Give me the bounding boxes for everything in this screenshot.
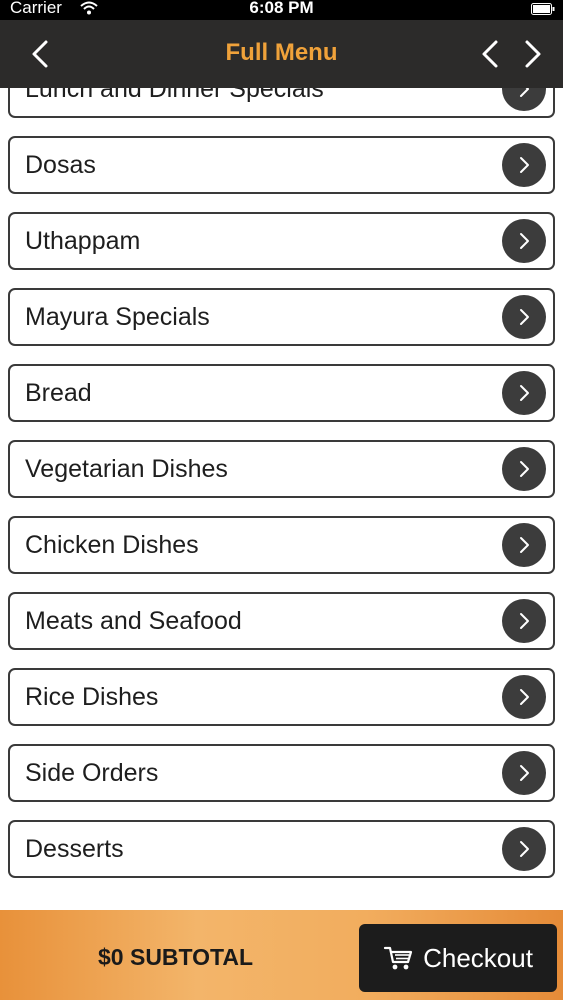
menu-item-label: Lunch and Dinner Specials: [25, 88, 324, 103]
chevron-left-icon: [482, 40, 498, 68]
menu-item-open-button[interactable]: [502, 523, 546, 567]
chevron-right-icon: [520, 233, 529, 249]
menu-item-bread[interactable]: Bread: [8, 364, 555, 422]
status-time: 6:08 PM: [249, 0, 314, 17]
previous-button[interactable]: [470, 34, 510, 74]
bottom-bar: $0 SUBTOTAL Checkout: [0, 910, 563, 1000]
menu-item-label: Vegetarian Dishes: [25, 455, 228, 483]
menu-item-open-button[interactable]: [502, 88, 546, 111]
menu-item-open-button[interactable]: [502, 447, 546, 491]
chevron-right-icon: [520, 841, 529, 857]
checkout-label: Checkout: [423, 942, 533, 973]
menu-item-open-button[interactable]: [502, 295, 546, 339]
menu-item-uthappam[interactable]: Uthappam: [8, 212, 555, 270]
menu-item-open-button[interactable]: [502, 371, 546, 415]
checkout-button[interactable]: Checkout: [359, 924, 557, 992]
menu-items: Lunch and Dinner Specials Dosas Uthappam…: [0, 88, 563, 896]
menu-item-desserts[interactable]: Desserts: [8, 820, 555, 878]
chevron-right-icon: [520, 309, 529, 325]
chevron-right-icon: [525, 40, 541, 68]
menu-item-chicken-dishes[interactable]: Chicken Dishes: [8, 516, 555, 574]
menu-item-label: Side Orders: [25, 759, 159, 787]
menu-item-mayura-specials[interactable]: Mayura Specials: [8, 288, 555, 346]
next-button[interactable]: [513, 34, 553, 74]
menu-item-label: Meats and Seafood: [25, 607, 242, 635]
menu-item-label: Rice Dishes: [25, 683, 159, 711]
battery-icon: [531, 3, 555, 15]
menu-item-label: Uthappam: [25, 227, 141, 255]
menu-item-label: Mayura Specials: [25, 303, 210, 331]
chevron-right-icon: [520, 157, 529, 173]
chevron-right-icon: [520, 385, 529, 401]
chevron-right-icon: [520, 537, 529, 553]
menu-item-lunch-and-dinner-specials[interactable]: Lunch and Dinner Specials: [8, 88, 555, 118]
chevron-right-icon: [520, 461, 529, 477]
menu-item-meats-and-seafood[interactable]: Meats and Seafood: [8, 592, 555, 650]
status-bar: Carrier 6:08 PM: [0, 0, 563, 20]
menu-item-rice-dishes[interactable]: Rice Dishes: [8, 668, 555, 726]
cart-icon: [383, 946, 413, 970]
chevron-right-icon: [520, 765, 529, 781]
chevron-right-icon: [520, 613, 529, 629]
nav-bar: Full Menu: [0, 20, 563, 88]
menu-item-open-button[interactable]: [502, 827, 546, 871]
menu-item-open-button[interactable]: [502, 143, 546, 187]
menu-item-dosas[interactable]: Dosas: [8, 136, 555, 194]
chevron-right-icon: [520, 88, 529, 97]
menu-item-side-orders[interactable]: Side Orders: [8, 744, 555, 802]
subtotal-label: $0 SUBTOTAL: [98, 944, 254, 970]
menu-item-label: Dosas: [25, 151, 96, 179]
chevron-right-icon: [520, 689, 529, 705]
menu-item-open-button[interactable]: [502, 675, 546, 719]
menu-item-open-button[interactable]: [502, 751, 546, 795]
menu-item-label: Desserts: [25, 835, 124, 863]
menu-item-label: Chicken Dishes: [25, 531, 199, 559]
menu-item-open-button[interactable]: [502, 219, 546, 263]
menu-item-vegetarian-dishes[interactable]: Vegetarian Dishes: [8, 440, 555, 498]
menu-item-open-button[interactable]: [502, 599, 546, 643]
menu-item-label: Bread: [25, 379, 92, 407]
menu-list[interactable]: Lunch and Dinner Specials Dosas Uthappam…: [0, 88, 563, 910]
